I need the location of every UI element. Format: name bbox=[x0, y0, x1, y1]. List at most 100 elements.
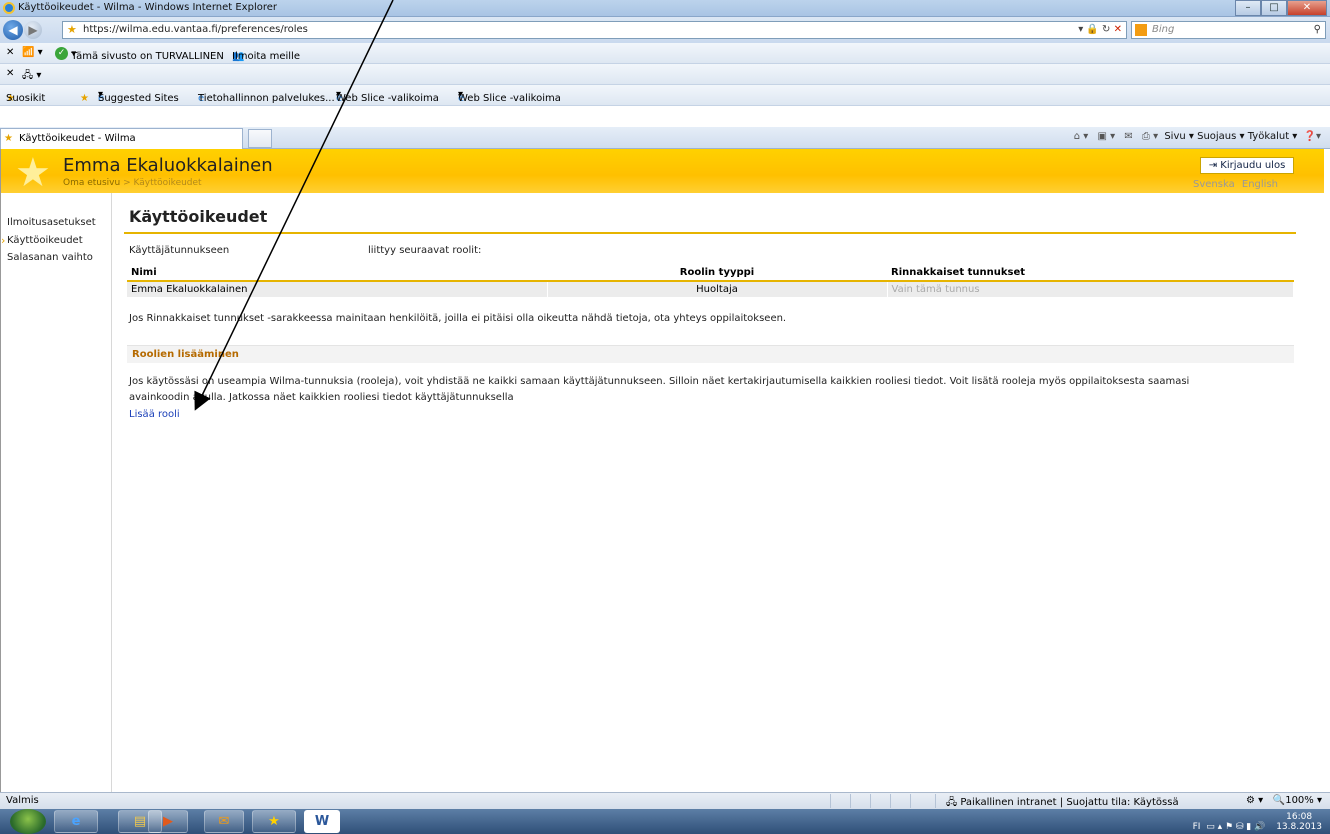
media-taskbar-icon[interactable]: ▶ bbox=[148, 810, 188, 833]
bing-icon bbox=[1135, 24, 1147, 36]
word-taskbar-icon[interactable]: W bbox=[304, 810, 340, 833]
wifi-icon[interactable]: 📶 ▾ bbox=[22, 47, 43, 58]
safety-text[interactable]: Tämä sivusto on TURVALLINEN bbox=[71, 51, 224, 62]
mail-icon[interactable]: ✉ bbox=[1124, 131, 1132, 142]
safety-toolbar: ✕ 📶 ▾ ✓ Tämä sivusto on TURVALLINEN ▾ 👥 … bbox=[0, 43, 1330, 64]
sidebar: Ilmoitusasetukset Käyttöoikeudet Salasan… bbox=[1, 193, 112, 792]
safety-menu[interactable]: Suojaus bbox=[1197, 131, 1236, 142]
protected-mode-icon[interactable]: ⚙ ▾ bbox=[1246, 795, 1263, 806]
print-icon[interactable]: ⎙ ▾ bbox=[1142, 131, 1158, 142]
breadcrumb-current: Käyttöoikeudet bbox=[133, 178, 202, 188]
refresh-icon[interactable]: ↻ bbox=[1102, 24, 1110, 35]
wilma-star-logo: ★ bbox=[15, 150, 51, 196]
favorite-item: Suggested Sites bbox=[98, 93, 179, 104]
clock-date: 13.8.2013 bbox=[1276, 822, 1322, 832]
language-switch: Svenska English bbox=[1189, 179, 1278, 190]
zoom-level[interactable]: 100% bbox=[1285, 795, 1314, 806]
zoom-icon: 🔍 bbox=[1272, 795, 1286, 806]
window-controls: – □ ✕ bbox=[1235, 0, 1327, 16]
forward-button[interactable]: ▶ bbox=[24, 21, 42, 39]
table-cell: Huoltaja bbox=[547, 281, 888, 297]
favorite-item: Web Slice -valikoima bbox=[458, 93, 561, 104]
command-bar: ⌂ ▾ ▣ ▾ ✉ ⎙ ▾ Sivu ▾ Suojaus ▾ Työkalut … bbox=[1073, 131, 1321, 142]
stop-icon[interactable]: ✕ bbox=[1114, 24, 1122, 35]
minimize-button[interactable]: – bbox=[1235, 0, 1261, 16]
column-header: Roolin tyyppi bbox=[547, 264, 887, 282]
sidebar-item-notifications[interactable]: Ilmoitusasetukset bbox=[7, 217, 96, 228]
tab-row: ★ Käyttöoikeudet - Wilma ⌂ ▾ ▣ ▾ ✉ ⎙ ▾ S… bbox=[0, 127, 1330, 149]
lock-icon: 🔒 bbox=[1086, 24, 1099, 35]
favorites-label: Suosikit bbox=[6, 93, 46, 104]
logout-label: Kirjaudu ulos bbox=[1220, 160, 1286, 171]
search-box[interactable]: Bing ⚲ bbox=[1131, 21, 1326, 39]
outlook-taskbar-icon[interactable]: ✉ bbox=[204, 810, 244, 833]
ie-icon bbox=[3, 2, 15, 14]
input-language[interactable]: FI bbox=[1193, 822, 1201, 832]
favorite-item: Web Slice -valikoima bbox=[336, 93, 439, 104]
info-note: Jos Rinnakkaiset tunnukset -sarakkeessa … bbox=[129, 313, 787, 324]
account-label: Käyttäjätunnukseen bbox=[129, 245, 230, 256]
table-cell: Emma Ekaluokkalainen bbox=[127, 281, 548, 297]
section-heading: Roolien lisääminen bbox=[127, 345, 1294, 363]
roles-label: liittyy seuraavat roolit: bbox=[368, 245, 482, 256]
search-placeholder: Bing bbox=[1152, 24, 1175, 35]
address-bar[interactable]: ★ https://wilma.edu.vantaa.fi/preference… bbox=[62, 21, 1127, 39]
close-button[interactable]: ✕ bbox=[1287, 0, 1327, 16]
breadcrumb-separator: > bbox=[123, 178, 131, 188]
address-url: https://wilma.edu.vantaa.fi/preferences/… bbox=[83, 24, 308, 35]
table-header-row: Nimi Roolin tyyppi Rinnakkaiset tunnukse… bbox=[127, 264, 1294, 282]
breadcrumb: Oma etusivu > Käyttöoikeudet bbox=[63, 178, 202, 188]
sidebar-item-permissions[interactable]: Käyttöoikeudet bbox=[1, 234, 83, 247]
clock[interactable]: 16:08 13.8.2013 bbox=[1276, 812, 1322, 832]
favorites-bar: ★ Suosikit ★ e Suggested Sites ▾ e Tieto… bbox=[0, 85, 1330, 106]
status-bar: Valmis 🖧 Paikallinen intranet | Suojattu… bbox=[0, 792, 1330, 809]
taskbar: e ▤ ▶ ✉ ★ W FI ▭ ▴ ⚑ ⛁ ▮ 🔊 16:08 13.8.20… bbox=[0, 809, 1330, 834]
maximize-button[interactable]: □ bbox=[1261, 0, 1287, 16]
title-divider bbox=[124, 232, 1296, 234]
page-title: Käyttöoikeudet bbox=[129, 207, 268, 226]
user-name: Emma Ekaluokkalainen bbox=[63, 155, 273, 176]
help-icon[interactable]: ❓▾ bbox=[1304, 131, 1321, 142]
intranet-icon: 🖧 bbox=[946, 797, 958, 808]
safe-check-icon: ✓ bbox=[55, 47, 68, 60]
ie-taskbar-icon[interactable]: e bbox=[54, 810, 98, 833]
search-icon[interactable]: ⚲ bbox=[1314, 22, 1321, 38]
breadcrumb-home[interactable]: Oma etusivu bbox=[63, 178, 120, 188]
toolbar-tool-icon[interactable]: 🖧 ▾ bbox=[22, 68, 41, 85]
report-link[interactable]: Ilmoita meille bbox=[232, 51, 300, 62]
clock-time: 16:08 bbox=[1286, 812, 1313, 822]
logout-button[interactable]: ⇥ Kirjaudu ulos bbox=[1200, 157, 1294, 174]
toolbar2-close-icon[interactable]: ✕ bbox=[6, 68, 14, 79]
security-zone[interactable]: Paikallinen intranet | Suojattu tila: Kä… bbox=[960, 797, 1178, 808]
roles-table: Nimi Roolin tyyppi Rinnakkaiset tunnukse… bbox=[127, 264, 1294, 297]
status-text: Valmis bbox=[6, 795, 39, 806]
new-tab-button[interactable] bbox=[248, 129, 272, 148]
lang-swedish-link[interactable]: Svenska bbox=[1193, 179, 1235, 190]
add-role-link[interactable]: Lisää rooli bbox=[129, 409, 180, 420]
window-title: Käyttöoikeudet - Wilma - Windows Interne… bbox=[18, 2, 277, 13]
page-menu[interactable]: Sivu bbox=[1164, 131, 1185, 142]
address-row: ◀ ▶ ★ https://wilma.edu.vantaa.fi/prefer… bbox=[0, 17, 1330, 43]
sidebar-item-password[interactable]: Salasanan vaihto bbox=[7, 252, 93, 263]
window-titlebar: Käyttöoikeudet - Wilma - Windows Interne… bbox=[0, 0, 1330, 17]
column-header: Rinnakkaiset tunnukset bbox=[887, 264, 1294, 282]
site-header: ★ Emma Ekaluokkalainen Oma etusivu > Käy… bbox=[1, 149, 1324, 193]
page-viewport: ★ Emma Ekaluokkalainen Oma etusivu > Käy… bbox=[0, 149, 1330, 792]
toolbar-close-icon[interactable]: ✕ bbox=[6, 47, 14, 58]
table-cell: Vain tämä tunnus bbox=[887, 281, 1294, 297]
wilma-taskbar-icon[interactable]: ★ bbox=[252, 810, 296, 833]
start-button[interactable] bbox=[10, 809, 46, 834]
system-tray: FI ▭ ▴ ⚑ ⛁ ▮ 🔊 16:08 13.8.2013 bbox=[1193, 812, 1322, 832]
back-button[interactable]: ◀ bbox=[3, 20, 23, 40]
tools-menu[interactable]: Työkalut bbox=[1248, 131, 1289, 142]
tray-icons[interactable]: ▭ ▴ ⚑ ⛁ ▮ 🔊 bbox=[1203, 822, 1265, 832]
column-header: Nimi bbox=[127, 264, 547, 282]
lang-english-link[interactable]: English bbox=[1242, 179, 1278, 190]
favorite-star-icon: ★ bbox=[67, 23, 77, 36]
tab-active[interactable]: ★ Käyttöoikeudet - Wilma bbox=[0, 128, 243, 149]
logout-icon: ⇥ bbox=[1208, 160, 1218, 171]
secondary-toolbar: ✕ 🖧 ▾ bbox=[0, 64, 1330, 85]
home-icon[interactable]: ⌂ ▾ bbox=[1074, 131, 1089, 142]
favorite-item: Tietohallinnon palvelukes... bbox=[198, 93, 335, 104]
feeds-icon[interactable]: ▣ ▾ bbox=[1098, 131, 1116, 142]
